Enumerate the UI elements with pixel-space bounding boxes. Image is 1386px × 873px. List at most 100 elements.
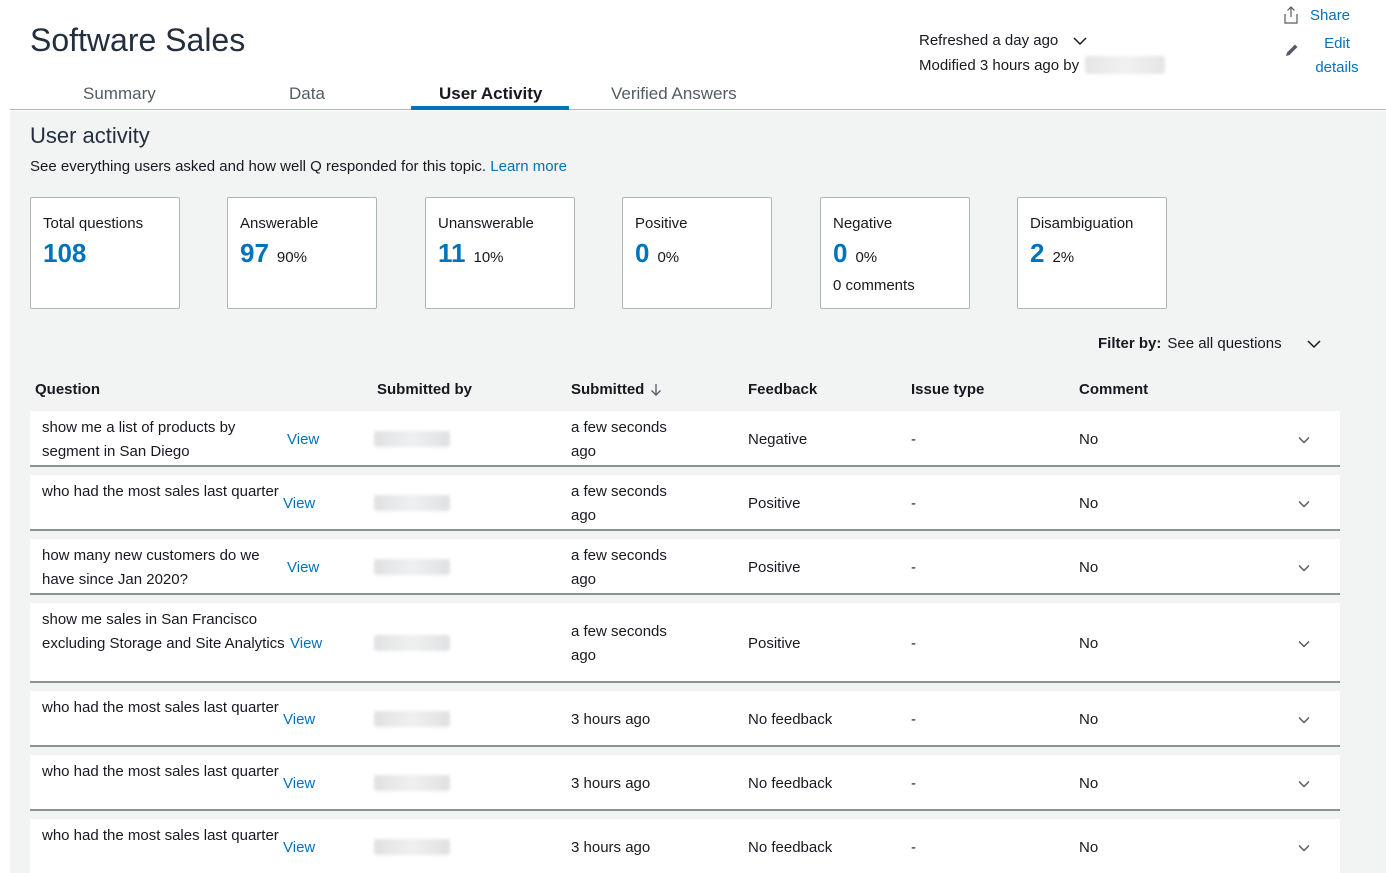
question-text: show me a list of products by segment in…: [42, 419, 236, 460]
expand-row-chevron-icon[interactable]: [1296, 712, 1312, 728]
issue-type-value: -: [911, 559, 916, 576]
feedback-value: Positive: [748, 559, 801, 576]
tab-summary[interactable]: Summary: [83, 84, 156, 104]
expand-row-chevron-icon[interactable]: [1296, 636, 1312, 652]
view-link[interactable]: View: [283, 836, 315, 860]
view-link[interactable]: View: [283, 772, 315, 796]
stat-value: 2: [1030, 238, 1045, 268]
view-link[interactable]: View: [287, 556, 319, 580]
redacted-submitter: [374, 559, 450, 575]
stat-card-answerable: Answerable 97 90%: [227, 197, 377, 309]
page-header: Software Sales Refreshed a day ago Modif…: [0, 0, 1386, 110]
redacted-submitter: [374, 775, 450, 791]
stat-label: Negative: [833, 215, 893, 232]
stat-card-disambiguation: Disambiguation 2 2%: [1017, 197, 1167, 309]
filter-value: See all questions: [1167, 335, 1282, 352]
question-text: how many new customers do we have since …: [42, 547, 260, 588]
issue-type-value: -: [911, 495, 916, 512]
redacted-submitter: [374, 635, 450, 651]
share-icon: [1284, 6, 1298, 24]
modified-status: Modified 3 hours ago by: [919, 56, 1166, 74]
expand-row-chevron-icon[interactable]: [1296, 432, 1312, 448]
chevron-down-icon: [1073, 36, 1087, 45]
question-text: who had the most sales last quarter: [42, 483, 279, 500]
tab-verified-answers[interactable]: Verified Answers: [611, 84, 737, 104]
pencil-icon: [1286, 44, 1298, 56]
column-header-feedback[interactable]: Feedback: [748, 381, 817, 398]
filter-label: Filter by:: [1098, 335, 1162, 352]
submitted-time: a few seconds ago: [571, 419, 667, 460]
redacted-submitter: [374, 711, 450, 727]
redacted-submitter: [374, 839, 450, 855]
submitted-time: a few seconds ago: [571, 483, 667, 524]
stat-label: Positive: [635, 215, 688, 232]
question-text: who had the most sales last quarter: [42, 699, 279, 716]
comment-value: No: [1079, 839, 1099, 856]
expand-row-chevron-icon[interactable]: [1296, 840, 1312, 856]
feedback-value: Negative: [748, 431, 808, 448]
view-link[interactable]: View: [287, 428, 319, 452]
feedback-value: Positive: [748, 495, 801, 512]
column-header-issue-type[interactable]: Issue type: [911, 381, 984, 398]
section-title: User activity: [30, 123, 150, 148]
table-row[interactable]: how many new customers do we have since …: [30, 539, 1340, 595]
edit-details-label: Edit details: [1315, 35, 1359, 76]
tab-data[interactable]: Data: [289, 84, 325, 104]
expand-row-chevron-icon[interactable]: [1296, 560, 1312, 576]
stat-card-positive: Positive 0 0%: [622, 197, 772, 309]
stat-value: 108: [43, 238, 87, 268]
redacted-user-name: [1085, 56, 1166, 74]
stat-percent: 2%: [1052, 249, 1075, 266]
column-header-submitted-by[interactable]: Submitted by: [377, 381, 472, 398]
share-button[interactable]: Share: [1284, 6, 1350, 24]
expand-row-chevron-icon[interactable]: [1296, 496, 1312, 512]
view-link[interactable]: View: [283, 708, 315, 732]
stat-card-negative: Negative 0 0% 0 comments: [820, 197, 970, 309]
submitted-time: 3 hours ago: [571, 775, 651, 792]
tab-user-activity[interactable]: User Activity: [439, 84, 542, 104]
table-row[interactable]: show me a list of products by segment in…: [30, 411, 1340, 467]
column-header-comment[interactable]: Comment: [1079, 381, 1148, 398]
question-text: who had the most sales last quarter: [42, 763, 279, 780]
comment-value: No: [1079, 431, 1099, 448]
page-title: Software Sales: [30, 22, 246, 58]
stat-value: 97: [240, 238, 269, 268]
description-text: See everything users asked and how well …: [30, 158, 487, 175]
user-activity-panel: User activity See everything users asked…: [10, 111, 1386, 873]
edit-details-button[interactable]: Edit details: [1284, 32, 1364, 80]
table-row[interactable]: who had the most sales last quarter View…: [30, 475, 1340, 531]
feedback-value: No feedback: [748, 711, 833, 728]
comment-value: No: [1079, 635, 1099, 652]
stat-label: Total questions: [43, 215, 144, 232]
active-tab-indicator: [411, 106, 569, 110]
table-header: Question Submitted by Submitted Feedback…: [30, 373, 1340, 405]
refresh-status-dropdown[interactable]: Refreshed a day ago: [919, 32, 1088, 49]
learn-more-link[interactable]: Learn more: [490, 158, 567, 175]
tab-bar: Summary Data User Activity Verified Answ…: [10, 80, 1386, 110]
submitted-time: a few seconds ago: [571, 547, 667, 588]
submitted-time: 3 hours ago: [571, 839, 651, 856]
stat-value: 0: [635, 238, 650, 268]
submitted-time: 3 hours ago: [571, 711, 651, 728]
feedback-value: No feedback: [748, 775, 833, 792]
expand-row-chevron-icon[interactable]: [1296, 776, 1312, 792]
view-link[interactable]: View: [283, 492, 315, 516]
section-description: See everything users asked and how well …: [30, 158, 567, 175]
comment-value: No: [1079, 559, 1099, 576]
table-row[interactable]: who had the most sales last quarter View…: [30, 819, 1340, 873]
stat-label: Answerable: [240, 215, 319, 232]
column-header-submitted[interactable]: Submitted: [571, 381, 662, 398]
table-row[interactable]: who had the most sales last quarter View…: [30, 755, 1340, 811]
filter-dropdown[interactable]: Filter by: See all questions: [1098, 335, 1322, 352]
issue-type-value: -: [911, 711, 916, 728]
stat-percent: 0%: [657, 249, 680, 266]
redacted-submitter: [374, 495, 450, 511]
view-link[interactable]: View: [290, 632, 322, 656]
question-text: show me sales in San Francisco excluding…: [42, 611, 285, 652]
comment-value: No: [1079, 495, 1099, 512]
column-header-question[interactable]: Question: [35, 381, 100, 398]
table-row[interactable]: who had the most sales last quarter View…: [30, 691, 1340, 747]
table-row[interactable]: show me sales in San Francisco excluding…: [30, 603, 1340, 683]
comment-value: No: [1079, 711, 1099, 728]
issue-type-value: -: [911, 839, 916, 856]
